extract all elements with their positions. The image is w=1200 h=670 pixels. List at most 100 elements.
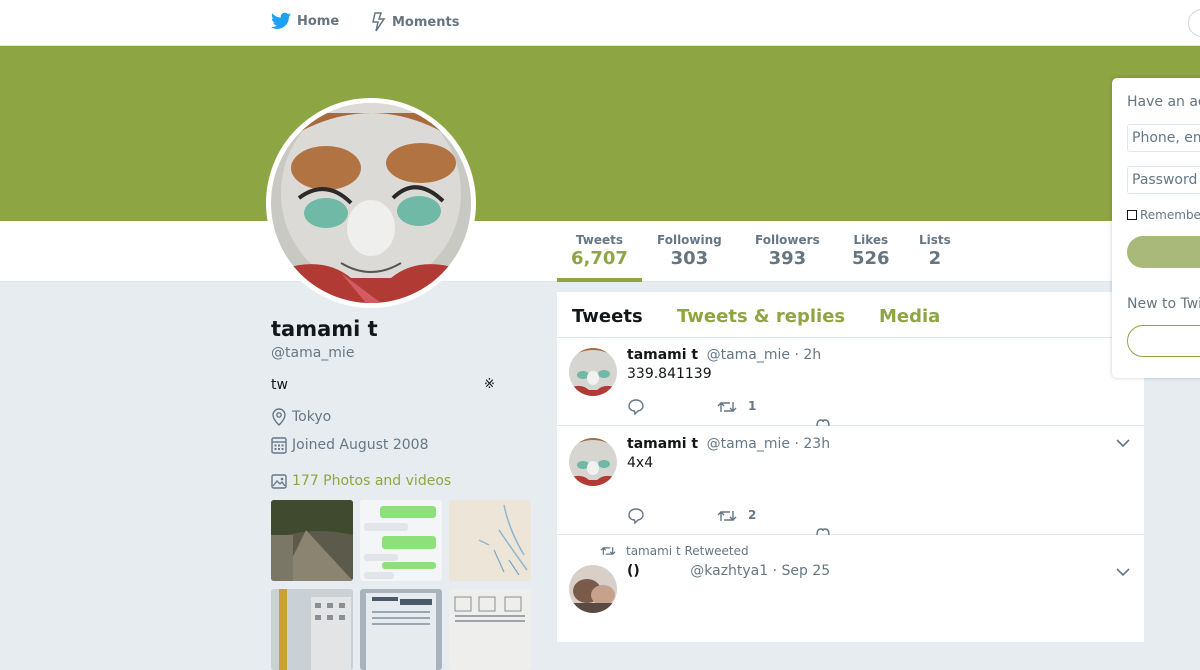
reply-icon	[628, 399, 644, 416]
tweet-header: () @kazhtya1 · Sep 25	[627, 563, 830, 579]
like-count[interactable]: 1	[748, 399, 756, 413]
media-thumbnail[interactable]	[360, 500, 442, 581]
photos-videos-link[interactable]: 177 Photos and videos	[271, 473, 451, 489]
calendar-icon	[271, 437, 287, 454]
avatar-image	[569, 565, 617, 613]
heart-icon[interactable]	[815, 527, 831, 535]
chevron-down-icon[interactable]	[1116, 567, 1130, 577]
nav-home[interactable]: Home	[271, 12, 339, 30]
location-text: Tokyo	[292, 409, 332, 425]
tweet-time[interactable]: · 23h	[794, 436, 830, 452]
nav-home-label: Home	[297, 13, 340, 29]
avatar-image	[271, 103, 471, 303]
tweet-avatar[interactable]	[569, 565, 617, 613]
thumbnail-image	[271, 500, 353, 581]
twitter-bird-icon	[271, 12, 291, 29]
lightning-icon	[372, 12, 386, 32]
retweet-button[interactable]	[717, 398, 807, 418]
profile-stats-bar: Tweets 6,707 Following 303 Followers 393…	[0, 221, 1200, 282]
tweet-actions	[627, 507, 807, 527]
nav-moments[interactable]: Moments	[372, 12, 459, 32]
profile-joined: Joined August 2008	[271, 436, 428, 454]
tweet[interactable]: tamami t Retweeted () @kazhtya1 · Sep 25	[557, 535, 1144, 635]
media-thumbnail[interactable]	[271, 500, 353, 581]
retweet-context-label[interactable]: tamami t Retweeted	[626, 544, 749, 558]
profile-avatar[interactable]	[266, 98, 476, 308]
language-selector[interactable]	[1188, 9, 1200, 37]
image-icon	[271, 474, 287, 489]
signup-button[interactable]	[1127, 325, 1200, 357]
remember-me-label: Remember me	[1140, 208, 1200, 222]
profile-bio-mark: ※	[484, 377, 495, 392]
nav-moments-label: Moments	[392, 14, 460, 30]
stat-label: Lists	[919, 233, 951, 247]
retweet-context: tamami t Retweeted	[600, 544, 749, 558]
remember-me[interactable]: Remember me	[1127, 208, 1200, 222]
profile-banner	[0, 46, 1200, 221]
tweet-author-name[interactable]: ()	[627, 563, 640, 579]
tweet[interactable]: tamami t @tama_mie · 2h 339.841139 1	[557, 338, 1144, 426]
stat-label: Tweets	[575, 233, 624, 247]
chevron-down-icon[interactable]	[1116, 438, 1130, 448]
tweet-author-handle[interactable]: @kazhtya1	[690, 563, 768, 579]
tweet-avatar[interactable]	[569, 348, 617, 396]
timeline: Tweets Tweets & replies Media tamami t @…	[557, 292, 1144, 642]
stat-label: Likes	[853, 233, 889, 247]
retweet-button[interactable]	[717, 507, 807, 527]
tweet-text: 4x4	[627, 455, 654, 471]
tab-tweets-and-replies[interactable]: Tweets & replies	[677, 306, 845, 327]
retweet-icon	[717, 402, 737, 412]
tab-tweets[interactable]: Tweets	[572, 306, 643, 327]
stat-value: 2	[928, 248, 942, 269]
timeline-tabs: Tweets Tweets & replies Media	[557, 292, 1144, 338]
photos-videos-label: 177 Photos and videos	[292, 473, 452, 489]
tweet-author-handle[interactable]: @tama_mie	[707, 436, 790, 452]
profile-name[interactable]: tamami t	[271, 317, 378, 341]
heart-icon[interactable]	[815, 418, 831, 426]
tweet-author-name[interactable]: tamami t	[627, 347, 698, 363]
tweet-actions	[627, 398, 807, 418]
profile-handle[interactable]: @tama_mie	[271, 345, 354, 361]
login-card: Have an account? Remember me New to Twit…	[1112, 78, 1200, 378]
stat-likes[interactable]: Likes 526	[852, 233, 890, 269]
signup-title: New to Twitter?	[1127, 296, 1200, 312]
joined-text: Joined August 2008	[292, 437, 429, 453]
tweet[interactable]: tamami t @tama_mie · 23h 4x4 2	[557, 426, 1144, 535]
tweet-header: tamami t @tama_mie · 23h	[627, 436, 830, 452]
avatar-image	[569, 348, 617, 396]
active-stat-underline	[557, 278, 642, 282]
phone-email-username-input[interactable]	[1127, 124, 1200, 152]
like-count[interactable]: 2	[748, 508, 756, 522]
tweet-author-handle[interactable]: @tama_mie	[707, 347, 790, 363]
stat-value: 6,707	[571, 248, 628, 269]
tweet-header: tamami t @tama_mie · 2h	[627, 347, 821, 363]
location-pin-icon	[272, 408, 286, 426]
reply-button[interactable]	[627, 398, 717, 418]
stat-lists[interactable]: Lists 2	[919, 233, 951, 269]
tweet-time[interactable]: · Sep 25	[773, 563, 831, 579]
media-thumbnail[interactable]	[449, 500, 531, 581]
stat-followers[interactable]: Followers 393	[755, 233, 820, 269]
stat-label: Following	[657, 233, 722, 247]
stat-label: Followers	[755, 233, 820, 247]
reply-icon	[628, 508, 644, 525]
thumbnail-image	[449, 500, 531, 581]
stat-value: 303	[670, 248, 709, 269]
tweet-avatar[interactable]	[569, 438, 617, 486]
tab-media[interactable]: Media	[879, 306, 940, 327]
tweet-author-name[interactable]: tamami t	[627, 436, 698, 452]
retweet-icon	[600, 547, 616, 555]
stat-following[interactable]: Following 303	[657, 233, 722, 269]
top-navigation-bar: Home Moments	[0, 0, 1200, 46]
avatar-image	[569, 438, 617, 486]
remember-me-checkbox[interactable]	[1127, 210, 1137, 220]
reply-button[interactable]	[627, 507, 717, 527]
stat-tweets[interactable]: Tweets 6,707	[571, 233, 628, 269]
thumbnail-image	[360, 500, 442, 581]
login-button[interactable]	[1127, 236, 1200, 268]
password-input[interactable]	[1127, 166, 1200, 194]
tweet-time[interactable]: · 2h	[794, 347, 821, 363]
login-title: Have an account?	[1127, 94, 1200, 110]
stat-value: 393	[768, 248, 807, 269]
tweet-text: 339.841139	[627, 366, 712, 382]
